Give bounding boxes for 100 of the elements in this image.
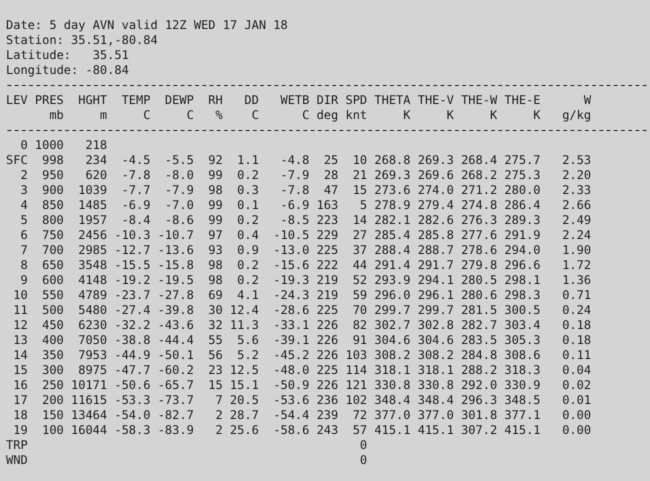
- table-cell: 271.2: [461, 183, 498, 198]
- column-unit: g/kg: [562, 108, 592, 123]
- table-cell: 243: [316, 423, 338, 438]
- table-cell: 277.6: [461, 228, 498, 243]
- table-cell: 82: [352, 318, 368, 333]
- table-cell: -8.0: [164, 168, 194, 183]
- table-cell: -50.9: [273, 378, 310, 393]
- table-cell: 289.3: [504, 213, 541, 228]
- table-cell: 0.2: [237, 213, 259, 228]
- table-cell: 280.5: [461, 273, 498, 288]
- table-cell: -10.3: [114, 228, 150, 243]
- table-cell: 2.49: [562, 213, 592, 228]
- table-cell: -8.4: [122, 213, 150, 228]
- table-cell: 1.72: [562, 258, 592, 273]
- table-cell: 2: [215, 408, 223, 423]
- table-cell: 225: [316, 243, 338, 258]
- table-cell: 302.7: [374, 318, 410, 333]
- table-cell: 1957: [78, 213, 108, 228]
- table-cell: 14: [352, 213, 368, 228]
- table-cell: 218: [85, 138, 108, 153]
- table-cell: 268.2: [461, 168, 498, 183]
- table-cell: 5.6: [237, 333, 259, 348]
- table-cell: 0.04: [562, 363, 592, 378]
- table-cell: 5.2: [237, 348, 259, 363]
- table-cell: 0.02: [562, 378, 592, 393]
- table-cell: 1039: [78, 183, 108, 198]
- table-cell: -58.6: [273, 423, 310, 438]
- table-cell: 0: [360, 453, 368, 468]
- column-unit: knt: [345, 108, 368, 123]
- table-cell: 57: [352, 423, 368, 438]
- table-cell: 280.0: [504, 183, 541, 198]
- table-cell: -7.7: [122, 183, 150, 198]
- table-cell: 7: [20, 243, 28, 258]
- column-unit: C: [143, 108, 150, 123]
- table-cell: 25: [324, 153, 338, 168]
- table-cell: 225: [316, 303, 338, 318]
- column-unit: mb: [49, 108, 64, 123]
- column-header: DEWP: [164, 93, 194, 108]
- table-cell: 278.9: [374, 198, 410, 213]
- table-cell: 226: [316, 348, 338, 363]
- table-cell: 292.0: [461, 378, 498, 393]
- table-cell: 296.6: [504, 258, 541, 273]
- table-cell: 0: [360, 438, 368, 453]
- table-cell: 98: [208, 273, 223, 288]
- table-cell: 348.4: [418, 393, 454, 408]
- table-cell: 278.6: [461, 243, 498, 258]
- table-cell: 0: [20, 138, 28, 153]
- table-cell: 377.1: [504, 408, 541, 423]
- table-cell: 284.8: [461, 348, 498, 363]
- table-cell: 12.4: [230, 303, 259, 318]
- table-cell: 11615: [71, 393, 108, 408]
- table-cell: 0.00: [562, 408, 592, 423]
- table-cell: -39.8: [158, 303, 194, 318]
- table-cell: 700: [42, 243, 64, 258]
- table-cell: 93: [208, 243, 223, 258]
- table-cell: 308.6: [504, 348, 541, 363]
- table-cell: 400: [42, 333, 64, 348]
- table-cell: 269.3: [418, 153, 454, 168]
- table-cell: 2.20: [562, 168, 592, 183]
- table-cell: 5480: [78, 303, 108, 318]
- table-cell: 250: [42, 378, 64, 393]
- table-cell: 18: [13, 408, 28, 423]
- table-cell: 274.0: [418, 183, 454, 198]
- table-cell: 900: [42, 183, 64, 198]
- table-cell: 0.00: [562, 423, 592, 438]
- table-cell: 2.66: [562, 198, 592, 213]
- table-cell: 2: [20, 168, 28, 183]
- table-cell: 298.1: [504, 273, 541, 288]
- table-cell: 2985: [78, 243, 108, 258]
- table-cell: 0.24: [562, 303, 592, 318]
- table-cell: 274.8: [461, 198, 498, 213]
- table-cell: 239: [316, 408, 338, 423]
- column-header: THETA: [374, 93, 410, 108]
- table-cell: -83.9: [158, 423, 194, 438]
- table-cell: 226: [316, 378, 338, 393]
- table-cell: 97: [208, 228, 223, 243]
- table-cell: 500: [42, 303, 64, 318]
- table-cell: 294.1: [418, 273, 454, 288]
- table-cell: 52: [352, 273, 368, 288]
- table-cell: -10.7: [158, 228, 194, 243]
- table-cell: 2.24: [562, 228, 592, 243]
- table-cell: 37: [352, 243, 368, 258]
- table-cell: 226: [316, 333, 338, 348]
- table-cell: 294.0: [504, 243, 541, 258]
- table-cell: 99: [208, 168, 223, 183]
- table-cell: 4148: [78, 273, 108, 288]
- column-header: THE-E: [504, 93, 541, 108]
- table-cell: 3548: [78, 258, 108, 273]
- table-cell: 10: [352, 153, 368, 168]
- table-cell: 299.7: [418, 303, 454, 318]
- table-cell: 5: [20, 213, 28, 228]
- table-cell: 283.5: [461, 333, 498, 348]
- table-cell: 28.7: [230, 408, 259, 423]
- table-cell: -7.8: [280, 183, 310, 198]
- table-cell: -27.4: [114, 303, 150, 318]
- column-unit: K: [446, 108, 454, 123]
- table-cell: 99: [208, 213, 223, 228]
- table-cell: 285.4: [374, 228, 410, 243]
- table-cell: 296.3: [461, 393, 498, 408]
- table-cell: 17: [13, 393, 28, 408]
